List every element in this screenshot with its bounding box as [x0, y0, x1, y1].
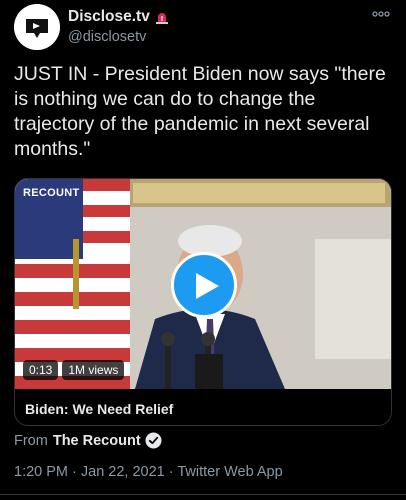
rotating-light-icon — [154, 9, 170, 25]
video-views: 1M views — [62, 360, 125, 380]
name-row: Disclose.tv — [68, 8, 170, 26]
tweet-timestamp[interactable]: 1:20 PM · Jan 22, 2021 · Twitter Web App — [14, 464, 283, 480]
media-source: From The Recount — [14, 432, 162, 449]
video-player[interactable]: RECOUNT 0:13 1M views — [15, 179, 391, 389]
video-duration: 0:13 — [23, 360, 59, 380]
tweet-text: JUST IN - President Biden now says "ther… — [14, 63, 386, 160]
display-name[interactable]: Disclose.tv — [68, 8, 150, 26]
source-name[interactable]: The Recount — [53, 433, 141, 449]
more-options-icon[interactable] — [372, 9, 390, 19]
media-title[interactable]: Biden: We Need Relief — [25, 401, 173, 417]
verified-check-icon — [145, 432, 162, 449]
source-prefix: From — [14, 432, 48, 449]
divider — [0, 494, 406, 495]
user-handle[interactable]: @disclosetv — [68, 29, 146, 45]
video-meta: 0:13 1M views — [23, 360, 125, 380]
avatar[interactable] — [14, 4, 60, 50]
play-button[interactable] — [171, 252, 237, 318]
media-card[interactable]: RECOUNT 0:13 1M views Biden: We Need Rel… — [14, 178, 392, 426]
play-icon — [196, 273, 219, 299]
disclose-tv-logo-icon — [14, 4, 60, 50]
tweet-header: Disclose.tv @disclosetv — [14, 4, 394, 52]
video-watermark: RECOUNT — [23, 187, 80, 199]
